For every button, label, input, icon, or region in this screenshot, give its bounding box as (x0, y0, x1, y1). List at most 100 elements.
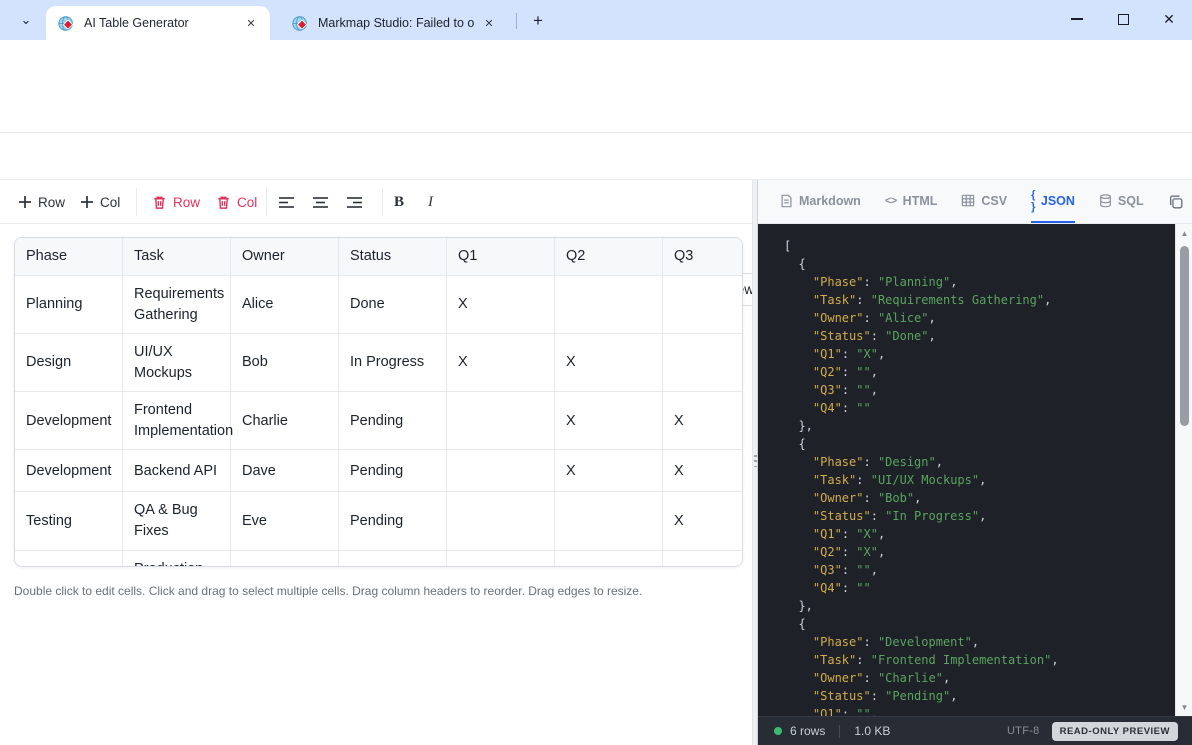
align-right-button[interactable] (346, 180, 363, 224)
table-cell[interactable]: Development (15, 392, 123, 450)
bold-button[interactable]: B (394, 180, 404, 224)
format-tab-markdown[interactable]: Markdown (780, 180, 861, 223)
table-cell[interactable] (663, 334, 743, 392)
format-tab-json[interactable]: { }JSON (1031, 180, 1075, 223)
table-cell[interactable]: Design (15, 334, 123, 392)
column-header-q3[interactable]: Q3 (663, 238, 743, 276)
tab-close-icon[interactable]: ✕ (480, 14, 498, 32)
table-cell[interactable]: Alice (231, 276, 339, 334)
window-minimize-button[interactable] (1054, 0, 1100, 38)
add-col-button[interactable]: Col (80, 180, 120, 224)
column-header-phase[interactable]: Phase (15, 238, 123, 276)
format-tab-label: CSV (981, 194, 1007, 208)
tab-separator (516, 13, 517, 29)
column-header-owner[interactable]: Owner (231, 238, 339, 276)
table-cell[interactable]: Bob (231, 334, 339, 392)
table-cell[interactable]: QA & Bug Fixes (123, 492, 231, 550)
table-cell[interactable]: X (555, 392, 663, 450)
table-edit-toolbar: Row Col Row Col B I (0, 180, 752, 224)
table-cell[interactable]: UI/UX Mockups (123, 334, 231, 392)
table-cell[interactable]: Dave (231, 450, 339, 492)
table-cell[interactable]: X (663, 450, 743, 492)
delete-row-button[interactable]: Row (152, 180, 200, 224)
add-row-button[interactable]: Row (18, 180, 65, 224)
table-cell[interactable]: In Progress (339, 334, 447, 392)
table-cell[interactable]: Pending (339, 392, 447, 450)
scrollbar-down-arrow[interactable]: ▼ (1176, 699, 1192, 715)
table-cell[interactable] (663, 276, 743, 334)
tab-search-chevron-icon[interactable]: ⌄ (14, 9, 38, 31)
format-tab-bar: Markdown <>HTML CSV { }JSON SQL (758, 180, 1192, 224)
table-cell[interactable]: Requirements Gathering (123, 276, 231, 334)
table-cell[interactable] (447, 392, 555, 450)
table-cell[interactable]: Launch (15, 551, 123, 567)
align-left-button[interactable] (278, 180, 295, 224)
window-maximize-button[interactable] (1100, 0, 1146, 38)
table-cell[interactable]: Pending (339, 551, 447, 567)
align-center-icon (312, 196, 329, 209)
tab-close-icon[interactable]: ✕ (242, 14, 260, 32)
table-cell[interactable] (555, 276, 663, 334)
column-header-task[interactable]: Task (123, 238, 231, 276)
table-cell[interactable]: Development (15, 450, 123, 492)
table-cell[interactable] (555, 492, 663, 550)
read-only-badge: READ-ONLY PREVIEW (1052, 722, 1178, 741)
browser-tab-active[interactable]: AI Table Generator ✕ (46, 6, 270, 40)
table-cell[interactable] (447, 492, 555, 550)
column-header-status[interactable]: Status (339, 238, 447, 276)
add-col-label: Col (100, 195, 120, 210)
trash-icon (152, 195, 167, 210)
table-cell[interactable]: All (231, 551, 339, 567)
table-cell[interactable]: Testing (15, 492, 123, 550)
table-cell[interactable]: X (663, 392, 743, 450)
format-tab-html[interactable]: <>HTML (885, 180, 938, 223)
table-cell[interactable]: Production Deployment (123, 551, 231, 567)
tab-title: Markmap Studio: Failed to oper (318, 16, 474, 30)
table-cell[interactable]: Charlie (231, 392, 339, 450)
table-cell[interactable] (447, 551, 555, 567)
table-cell[interactable]: Pending (339, 450, 447, 492)
copy-code-button[interactable] (1168, 194, 1184, 210)
row-count: 6 rows (790, 724, 825, 738)
table-cell[interactable] (447, 450, 555, 492)
table-cell[interactable]: Frontend Implementation (123, 392, 231, 450)
roadmap-table: PhaseTaskOwnerStatusQ1Q2Q3Q4 PlanningReq… (15, 238, 743, 567)
table-cell[interactable]: Eve (231, 492, 339, 550)
code-scrollbar[interactable]: ▲ ▼ (1175, 224, 1192, 716)
braces-icon: { } (1031, 189, 1035, 213)
delete-col-button[interactable]: Col (216, 180, 257, 224)
table-cell[interactable]: X (555, 334, 663, 392)
scrollbar-thumb[interactable] (1180, 246, 1189, 426)
grid-icon (961, 194, 975, 207)
table-cell[interactable]: Done (339, 276, 447, 334)
table-hint-text: Double click to edit cells. Click and dr… (14, 584, 734, 598)
plus-icon (18, 195, 32, 209)
table-cell[interactable]: X (447, 276, 555, 334)
table-cell[interactable]: Backend API (123, 450, 231, 492)
table-cell[interactable]: Planning (15, 276, 123, 334)
table-cell[interactable]: Pending (339, 492, 447, 550)
format-tab-csv[interactable]: CSV (961, 180, 1007, 223)
format-tab-label: Markdown (799, 194, 861, 208)
table-cell[interactable]: X (555, 450, 663, 492)
browser-tab-inactive[interactable]: Markmap Studio: Failed to oper ✕ (280, 6, 508, 40)
favicon-icon (58, 15, 75, 32)
new-tab-button[interactable]: + (526, 9, 550, 33)
panel-resize-grip[interactable] (754, 455, 757, 467)
table-cell[interactable] (555, 551, 663, 567)
table-cell[interactable]: X (663, 492, 743, 550)
scrollbar-up-arrow[interactable]: ▲ (1176, 225, 1192, 241)
window-close-button[interactable]: ✕ (1146, 0, 1192, 38)
align-left-icon (278, 196, 295, 209)
format-tab-sql[interactable]: SQL (1099, 180, 1144, 223)
align-center-button[interactable] (312, 180, 329, 224)
code-preview-area[interactable]: [ { "Phase": "Planning", "Task": "Requir… (758, 224, 1192, 716)
table-cell[interactable]: X (447, 334, 555, 392)
table-cell[interactable] (663, 551, 743, 567)
main-toolbar: Ask AI Project Roadmap New Table Example… (0, 133, 1192, 180)
toolbar-separator (266, 188, 267, 216)
italic-button[interactable]: I (428, 180, 433, 224)
column-header-q2[interactable]: Q2 (555, 238, 663, 276)
db-icon (1099, 194, 1112, 208)
column-header-q1[interactable]: Q1 (447, 238, 555, 276)
